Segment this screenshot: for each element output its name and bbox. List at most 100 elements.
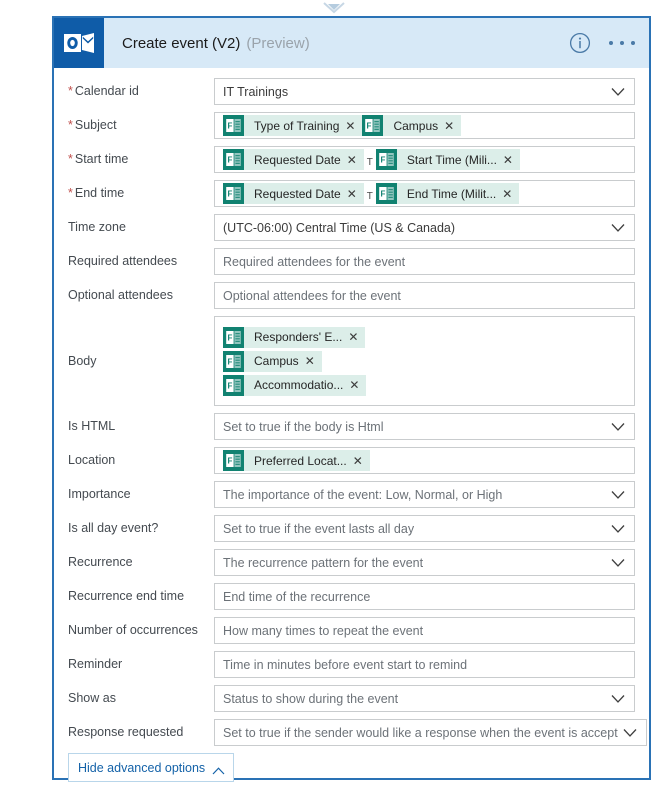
- field-label: Response requested: [68, 725, 214, 740]
- token-remove-icon[interactable]: ✕: [502, 188, 519, 200]
- forms-icon: F: [223, 115, 244, 136]
- token-remove-icon[interactable]: ✕: [349, 379, 366, 391]
- field-required-attendees[interactable]: Required attendees for the event: [214, 248, 635, 275]
- token-chip[interactable]: F Type of Training ✕: [223, 115, 363, 136]
- field-location[interactable]: F Preferred Locat... ✕: [214, 447, 635, 474]
- field-label: Is HTML: [68, 419, 214, 434]
- chevron-down-icon[interactable]: [611, 490, 625, 499]
- form-row: Response requested Set to true if the sen…: [68, 719, 647, 746]
- chevron-down-icon[interactable]: [611, 422, 625, 431]
- form-row: Location F Preferred Locat... ✕: [68, 447, 635, 474]
- field-label: * Calendar id: [68, 84, 214, 99]
- field-label: Optional attendees: [68, 288, 214, 303]
- token-chip[interactable]: F Start Time (Mili... ✕: [375, 149, 520, 170]
- form-row: * End time F Requested Date ✕ T F End Time (Mil…: [68, 180, 635, 207]
- field-placeholder: The importance of the event: Low, Normal…: [223, 487, 503, 502]
- field-placeholder: Time in minutes before event start to re…: [223, 657, 468, 672]
- forms-icon: F: [375, 183, 397, 204]
- field-calendar-id[interactable]: IT Trainings: [214, 78, 635, 105]
- field-label-text: Recurrence: [68, 555, 133, 569]
- field-recurrence-end-time[interactable]: End time of the recurrence: [214, 583, 635, 610]
- svg-text:F: F: [227, 156, 232, 165]
- token-remove-icon[interactable]: ✕: [503, 154, 520, 166]
- token-remove-icon[interactable]: ✕: [348, 331, 365, 343]
- form-row: Recurrence The recurrence pattern for the…: [68, 549, 635, 576]
- ellipsis-dot: [609, 41, 613, 45]
- chevron-down-icon[interactable]: [623, 728, 637, 737]
- field-label: Required attendees: [68, 254, 214, 269]
- field-label-text: Start time: [74, 152, 129, 166]
- token-remove-icon[interactable]: ✕: [347, 154, 364, 166]
- token-remove-icon[interactable]: ✕: [444, 120, 461, 132]
- token-chip[interactable]: F Responders' E... ✕: [223, 326, 366, 348]
- field-label: * End time: [68, 186, 214, 201]
- token-remove-icon[interactable]: ✕: [305, 355, 322, 367]
- field-time-zone[interactable]: (UTC-06:00) Central Time (US & Canada): [214, 214, 635, 241]
- token-chip-label: Type of Training: [254, 118, 340, 133]
- field-label: Body: [68, 354, 214, 369]
- field-label-text: Location: [68, 453, 116, 467]
- field-is-html[interactable]: Set to true if the body is Html: [214, 413, 635, 440]
- form-row: * Start time F Requested Date ✕ T F Start Time …: [68, 146, 635, 173]
- field-subject[interactable]: F Type of Training ✕ F Campus ✕: [214, 112, 635, 139]
- field-placeholder: The recurrence pattern for the event: [223, 555, 424, 570]
- field-label-text: Reminder: [68, 657, 123, 671]
- field-label-text: Calendar id: [74, 84, 139, 98]
- field-number-of-occurrences[interactable]: How many times to repeat the event: [214, 617, 635, 644]
- ellipsis-icon[interactable]: [609, 32, 635, 54]
- chevron-down-icon[interactable]: [611, 87, 625, 96]
- field-label-text: Importance: [68, 487, 131, 501]
- field-label-text: Optional attendees: [68, 288, 173, 302]
- forms-icon: F: [223, 183, 244, 204]
- hide-advanced-options-button[interactable]: Hide advanced options: [68, 753, 235, 782]
- info-icon[interactable]: [569, 32, 591, 54]
- forms-icon: F: [223, 326, 244, 348]
- field-response-requested[interactable]: Set to true if the sender would like a r…: [214, 719, 647, 746]
- field-end-time[interactable]: F Requested Date ✕ T F End Time (Milit... ✕: [214, 180, 635, 207]
- form-row: Required attendees Required attendees for…: [68, 248, 635, 275]
- page-title: Create event (V2): [122, 34, 241, 52]
- token-chip[interactable]: F Requested Date ✕: [223, 183, 364, 204]
- field-label-text: Time zone: [68, 220, 126, 234]
- field-label-text: Body: [68, 353, 97, 368]
- chevron-down-icon[interactable]: [611, 558, 625, 567]
- field-recurrence[interactable]: The recurrence pattern for the event: [214, 549, 635, 576]
- field-label-text: Is all day event?: [68, 521, 159, 535]
- token-chip-label: Accommodatio...: [254, 378, 344, 392]
- token-chip[interactable]: F End Time (Milit... ✕: [375, 183, 520, 204]
- form-row: Number of occurrences How many times to r…: [68, 617, 635, 644]
- field-show-as[interactable]: Status to show during the event: [214, 685, 635, 712]
- form-row: Show as Status to show during the event: [68, 685, 635, 712]
- hide-advanced-options-label: Hide advanced options: [78, 760, 206, 775]
- chevron-up-icon: [212, 764, 225, 774]
- field-label: Recurrence end time: [68, 589, 214, 604]
- field-placeholder: End time of the recurrence: [223, 589, 371, 604]
- create-event-card: Create event (V2) (Preview) * Calendar id…: [52, 16, 651, 782]
- field-optional-attendees[interactable]: Optional attendees for the event: [214, 282, 635, 309]
- ellipsis-dot: [631, 41, 635, 45]
- preview-badge: (Preview): [246, 34, 310, 52]
- token-list: F Responders' E... ✕ F Campus ✕ F Accommodatio.…: [223, 326, 626, 396]
- field-importance[interactable]: The importance of the event: Low, Normal…: [214, 481, 635, 508]
- token-remove-icon[interactable]: ✕: [345, 120, 362, 132]
- token-chip[interactable]: F Preferred Locat... ✕: [223, 450, 370, 471]
- field-start-time[interactable]: F Requested Date ✕ T F Start Time (Mili... ✕: [214, 146, 635, 173]
- field-label: Importance: [68, 487, 214, 502]
- field-placeholder: Optional attendees for the event: [223, 288, 401, 303]
- field-body[interactable]: F Responders' E... ✕ F Campus ✕ F Accommodatio.…: [214, 316, 635, 406]
- field-reminder[interactable]: Time in minutes before event start to re…: [214, 651, 635, 678]
- required-asterisk: *: [68, 84, 73, 98]
- token-chip[interactable]: F Accommodatio... ✕: [223, 374, 367, 396]
- chevron-down-icon[interactable]: [611, 524, 625, 533]
- token-remove-icon[interactable]: ✕: [347, 188, 364, 200]
- token-remove-icon[interactable]: ✕: [353, 455, 370, 467]
- token-chip[interactable]: F Requested Date ✕: [223, 149, 364, 170]
- token-chip[interactable]: F Campus ✕: [362, 115, 462, 136]
- token-chip[interactable]: F Campus ✕: [223, 350, 322, 372]
- svg-text:F: F: [227, 333, 232, 342]
- field-label: Show as: [68, 691, 214, 706]
- chevron-down-icon[interactable]: [611, 694, 625, 703]
- chevron-down-icon[interactable]: [611, 223, 625, 232]
- forms-icon: F: [362, 115, 384, 136]
- field-is-all-day-event[interactable]: Set to true if the event lasts all day: [214, 515, 635, 542]
